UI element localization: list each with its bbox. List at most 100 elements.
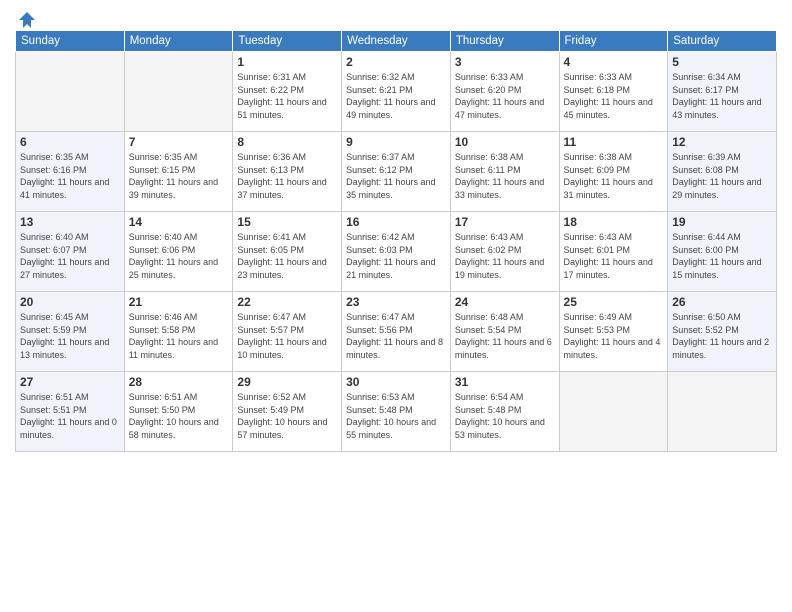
day-info: Sunrise: 6:37 AM Sunset: 6:12 PM Dayligh… xyxy=(346,151,446,201)
day-number: 10 xyxy=(455,135,555,149)
calendar-header-row: SundayMondayTuesdayWednesdayThursdayFrid… xyxy=(16,31,777,52)
col-header-monday: Monday xyxy=(124,31,233,52)
day-info: Sunrise: 6:51 AM Sunset: 5:50 PM Dayligh… xyxy=(129,391,229,441)
calendar-cell: 2 Sunrise: 6:32 AM Sunset: 6:21 PM Daylig… xyxy=(342,52,451,132)
day-number: 13 xyxy=(20,215,120,229)
calendar-cell: 12 Sunrise: 6:39 AM Sunset: 6:08 PM Dayli… xyxy=(668,132,777,212)
day-number: 20 xyxy=(20,295,120,309)
calendar-cell: 19 Sunrise: 6:44 AM Sunset: 6:00 PM Dayli… xyxy=(668,212,777,292)
calendar-cell: 4 Sunrise: 6:33 AM Sunset: 6:18 PM Daylig… xyxy=(559,52,668,132)
day-info: Sunrise: 6:35 AM Sunset: 6:16 PM Dayligh… xyxy=(20,151,120,201)
col-header-saturday: Saturday xyxy=(668,31,777,52)
day-number: 26 xyxy=(672,295,772,309)
page-container: SundayMondayTuesdayWednesdayThursdayFrid… xyxy=(0,0,792,460)
day-info: Sunrise: 6:41 AM Sunset: 6:05 PM Dayligh… xyxy=(237,231,337,281)
day-info: Sunrise: 6:51 AM Sunset: 5:51 PM Dayligh… xyxy=(20,391,120,441)
day-info: Sunrise: 6:43 AM Sunset: 6:01 PM Dayligh… xyxy=(564,231,664,281)
calendar-cell: 25Sunrise: 6:49 AM Sunset: 5:53 PM Dayli… xyxy=(559,292,668,372)
day-info: Sunrise: 6:39 AM Sunset: 6:08 PM Dayligh… xyxy=(672,151,772,201)
day-info: Sunrise: 6:35 AM Sunset: 6:15 PM Dayligh… xyxy=(129,151,229,201)
day-number: 18 xyxy=(564,215,664,229)
day-info: Sunrise: 6:49 AM Sunset: 5:53 PM Dayligh… xyxy=(564,311,664,361)
calendar-cell xyxy=(124,52,233,132)
day-number: 12 xyxy=(672,135,772,149)
day-number: 21 xyxy=(129,295,229,309)
day-info: Sunrise: 6:45 AM Sunset: 5:59 PM Dayligh… xyxy=(20,311,120,361)
day-number: 22 xyxy=(237,295,337,309)
calendar-cell: 17 Sunrise: 6:43 AM Sunset: 6:02 PM Dayli… xyxy=(450,212,559,292)
calendar-cell: 24 Sunrise: 6:48 AM Sunset: 5:54 PM Dayli… xyxy=(450,292,559,372)
calendar-cell: 8 Sunrise: 6:36 AM Sunset: 6:13 PM Daylig… xyxy=(233,132,342,212)
calendar-cell: 9 Sunrise: 6:37 AM Sunset: 6:12 PM Daylig… xyxy=(342,132,451,212)
day-info: Sunrise: 6:32 AM Sunset: 6:21 PM Dayligh… xyxy=(346,71,446,121)
day-info: Sunrise: 6:40 AM Sunset: 6:06 PM Dayligh… xyxy=(129,231,229,281)
day-number: 27 xyxy=(20,375,120,389)
day-number: 3 xyxy=(455,55,555,69)
day-number: 29 xyxy=(237,375,337,389)
day-info: Sunrise: 6:47 AM Sunset: 5:57 PM Dayligh… xyxy=(237,311,337,361)
logo-icon xyxy=(17,10,37,30)
week-row-1: 6Sunrise: 6:35 AM Sunset: 6:16 PM Daylig… xyxy=(16,132,777,212)
day-number: 4 xyxy=(564,55,664,69)
day-info: Sunrise: 6:36 AM Sunset: 6:13 PM Dayligh… xyxy=(237,151,337,201)
col-header-friday: Friday xyxy=(559,31,668,52)
day-number: 15 xyxy=(237,215,337,229)
day-number: 9 xyxy=(346,135,446,149)
day-number: 11 xyxy=(564,135,664,149)
day-info: Sunrise: 6:33 AM Sunset: 6:18 PM Dayligh… xyxy=(564,71,664,121)
day-number: 17 xyxy=(455,215,555,229)
calendar-cell: 1Sunrise: 6:31 AM Sunset: 6:22 PM Daylig… xyxy=(233,52,342,132)
calendar-cell: 31 Sunrise: 6:54 AM Sunset: 5:48 PM Dayli… xyxy=(450,372,559,452)
day-number: 19 xyxy=(672,215,772,229)
logo xyxy=(15,10,37,26)
day-number: 7 xyxy=(129,135,229,149)
day-info: Sunrise: 6:52 AM Sunset: 5:49 PM Dayligh… xyxy=(237,391,337,441)
day-info: Sunrise: 6:34 AM Sunset: 6:17 PM Dayligh… xyxy=(672,71,772,121)
calendar-cell xyxy=(668,372,777,452)
col-header-wednesday: Wednesday xyxy=(342,31,451,52)
day-number: 2 xyxy=(346,55,446,69)
calendar-cell: 26Sunrise: 6:50 AM Sunset: 5:52 PM Dayli… xyxy=(668,292,777,372)
calendar-cell: 18 Sunrise: 6:43 AM Sunset: 6:01 PM Dayli… xyxy=(559,212,668,292)
day-info: Sunrise: 6:46 AM Sunset: 5:58 PM Dayligh… xyxy=(129,311,229,361)
day-info: Sunrise: 6:33 AM Sunset: 6:20 PM Dayligh… xyxy=(455,71,555,121)
calendar-cell xyxy=(16,52,125,132)
calendar-cell: 28Sunrise: 6:51 AM Sunset: 5:50 PM Dayli… xyxy=(124,372,233,452)
day-info: Sunrise: 6:54 AM Sunset: 5:48 PM Dayligh… xyxy=(455,391,555,441)
calendar-cell: 23 Sunrise: 6:47 AM Sunset: 5:56 PM Dayli… xyxy=(342,292,451,372)
day-number: 23 xyxy=(346,295,446,309)
day-number: 31 xyxy=(455,375,555,389)
calendar-cell: 3 Sunrise: 6:33 AM Sunset: 6:20 PM Daylig… xyxy=(450,52,559,132)
day-number: 14 xyxy=(129,215,229,229)
calendar-cell: 5 Sunrise: 6:34 AM Sunset: 6:17 PM Daylig… xyxy=(668,52,777,132)
col-header-sunday: Sunday xyxy=(16,31,125,52)
calendar-cell: 10 Sunrise: 6:38 AM Sunset: 6:11 PM Dayli… xyxy=(450,132,559,212)
day-number: 8 xyxy=(237,135,337,149)
calendar-cell xyxy=(559,372,668,452)
day-info: Sunrise: 6:40 AM Sunset: 6:07 PM Dayligh… xyxy=(20,231,120,281)
day-info: Sunrise: 6:53 AM Sunset: 5:48 PM Dayligh… xyxy=(346,391,446,441)
calendar-cell: 13 Sunrise: 6:40 AM Sunset: 6:07 PM Dayli… xyxy=(16,212,125,292)
week-row-3: 20 Sunrise: 6:45 AM Sunset: 5:59 PM Dayli… xyxy=(16,292,777,372)
day-info: Sunrise: 6:44 AM Sunset: 6:00 PM Dayligh… xyxy=(672,231,772,281)
day-info: Sunrise: 6:43 AM Sunset: 6:02 PM Dayligh… xyxy=(455,231,555,281)
day-info: Sunrise: 6:38 AM Sunset: 6:11 PM Dayligh… xyxy=(455,151,555,201)
col-header-tuesday: Tuesday xyxy=(233,31,342,52)
calendar-table: SundayMondayTuesdayWednesdayThursdayFrid… xyxy=(15,30,777,452)
calendar-cell: 22 Sunrise: 6:47 AM Sunset: 5:57 PM Dayli… xyxy=(233,292,342,372)
calendar-cell: 14 Sunrise: 6:40 AM Sunset: 6:06 PM Dayli… xyxy=(124,212,233,292)
calendar-cell: 7 Sunrise: 6:35 AM Sunset: 6:15 PM Daylig… xyxy=(124,132,233,212)
calendar-cell: 15 Sunrise: 6:41 AM Sunset: 6:05 PM Dayli… xyxy=(233,212,342,292)
day-number: 24 xyxy=(455,295,555,309)
day-info: Sunrise: 6:47 AM Sunset: 5:56 PM Dayligh… xyxy=(346,311,446,361)
week-row-2: 13 Sunrise: 6:40 AM Sunset: 6:07 PM Dayli… xyxy=(16,212,777,292)
calendar-cell: 30Sunrise: 6:53 AM Sunset: 5:48 PM Dayli… xyxy=(342,372,451,452)
calendar-cell: 6Sunrise: 6:35 AM Sunset: 6:16 PM Daylig… xyxy=(16,132,125,212)
day-number: 16 xyxy=(346,215,446,229)
day-number: 5 xyxy=(672,55,772,69)
day-info: Sunrise: 6:48 AM Sunset: 5:54 PM Dayligh… xyxy=(455,311,555,361)
day-info: Sunrise: 6:38 AM Sunset: 6:09 PM Dayligh… xyxy=(564,151,664,201)
calendar-cell: 11 Sunrise: 6:38 AM Sunset: 6:09 PM Dayli… xyxy=(559,132,668,212)
day-number: 1 xyxy=(237,55,337,69)
calendar-cell: 27 Sunrise: 6:51 AM Sunset: 5:51 PM Dayli… xyxy=(16,372,125,452)
